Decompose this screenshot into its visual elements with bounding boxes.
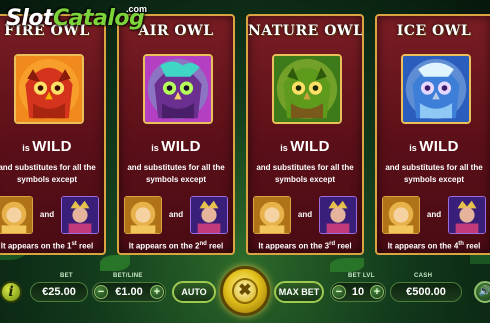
owl-icon (145, 56, 211, 122)
king-symbol (190, 196, 228, 234)
reel-info-pre: It appears on the 4 (387, 241, 459, 251)
substitutes-text: and substitutes for all the symbols exce… (256, 163, 354, 184)
max-bet-button[interactable]: MAX BET (274, 281, 324, 303)
reel-info: It appears on the 2nd reel during the ba… (121, 238, 231, 253)
wild-label: WILD (419, 138, 459, 155)
wild-label: WILD (32, 138, 72, 155)
panel-title: NATURE OWL (248, 23, 364, 39)
wild-line: is WILD (248, 138, 362, 155)
reel-info: It appears on the 4th reel during the ba… (379, 238, 489, 253)
panel-title: ICE OWL (396, 23, 472, 39)
spin-button[interactable]: ✖ (220, 266, 270, 316)
bet-level-minus-button[interactable]: − (332, 285, 346, 299)
site-logo: SlotCatalog .com (2, 2, 152, 36)
owl-icon (274, 56, 340, 122)
king-icon (191, 197, 227, 233)
reel-ordinal: nd (199, 241, 207, 247)
reel-info: It appears on the 1st reel during the ba… (0, 238, 102, 253)
bet-line-minus-button[interactable]: − (94, 285, 108, 299)
king-icon (449, 197, 485, 233)
substitutes-text: and substitutes for all the symbols exce… (127, 163, 225, 184)
logo-text: SlotCatalog (6, 6, 145, 31)
king-symbol (448, 196, 486, 234)
logo-suffix: .com (126, 4, 148, 14)
bet-line-plus-button[interactable]: + (150, 285, 164, 299)
info-button[interactable]: i (0, 281, 22, 303)
except-symbols: and (248, 196, 362, 234)
paytable-panel-ice-owl: ICE OWL is WILD and substitutes for all … (375, 14, 490, 255)
reel-info-pre: It appears on the 2 (128, 241, 200, 251)
king-icon (320, 197, 356, 233)
wild-label: WILD (290, 138, 330, 155)
fire-owl-symbol (14, 54, 84, 124)
paytable-panel-air-owl: AIR OWL is WILD and substitutes for all … (117, 14, 235, 255)
except-symbols: and (377, 196, 490, 234)
reel-info-pre: It appears on the 3 (258, 241, 330, 251)
air-owl-symbol (143, 54, 213, 124)
king-symbol (319, 196, 357, 234)
paytable-panel-nature-owl: NATURE OWL is WILD and substitutes for a… (246, 14, 364, 255)
ice-owl-symbol (401, 54, 471, 124)
is-label: is (280, 143, 288, 153)
substitutes-text: and substitutes for all the symbols exce… (0, 163, 96, 184)
cash-value: €500.00 (390, 282, 462, 302)
substitutes-text: and substitutes for all the symbols exce… (385, 163, 483, 184)
wild-line: is WILD (377, 138, 490, 155)
logo-part-1: Slot (6, 6, 54, 31)
wild-line: is WILD (119, 138, 233, 155)
king-symbol (61, 196, 99, 234)
owl-icon (16, 56, 82, 122)
except-symbols: and (119, 196, 233, 234)
cash-label: CASH (414, 273, 433, 279)
wild-label: WILD (161, 138, 201, 155)
bet-level-label: BET LVL (348, 273, 375, 279)
auto-button[interactable]: AUTO (172, 281, 216, 303)
nature-owl-symbol (272, 54, 342, 124)
spin-icon: ✖ (232, 278, 258, 304)
bet-level-plus-button[interactable]: + (370, 285, 384, 299)
paytable-panel-fire-owl: FIRE OWL is WILD and substitutes for all… (0, 14, 106, 255)
reel-info-pre: It appears on the 1 (0, 241, 72, 251)
is-label: is (151, 143, 159, 153)
bet-label: BET (60, 273, 73, 279)
bet-line-label: BET/LINE (113, 273, 143, 279)
owl-icon (403, 56, 469, 122)
bet-value: €25.00 (30, 282, 88, 302)
wild-line: is WILD (0, 138, 104, 155)
speaker-icon: 🔊 (478, 286, 490, 297)
reel-info: It appears on the 3rd reel during the ba… (250, 238, 360, 253)
king-icon (62, 197, 98, 233)
is-label: is (409, 143, 417, 153)
sound-button[interactable]: 🔊 (474, 281, 490, 303)
except-symbols: and (0, 196, 104, 234)
is-label: is (22, 143, 30, 153)
